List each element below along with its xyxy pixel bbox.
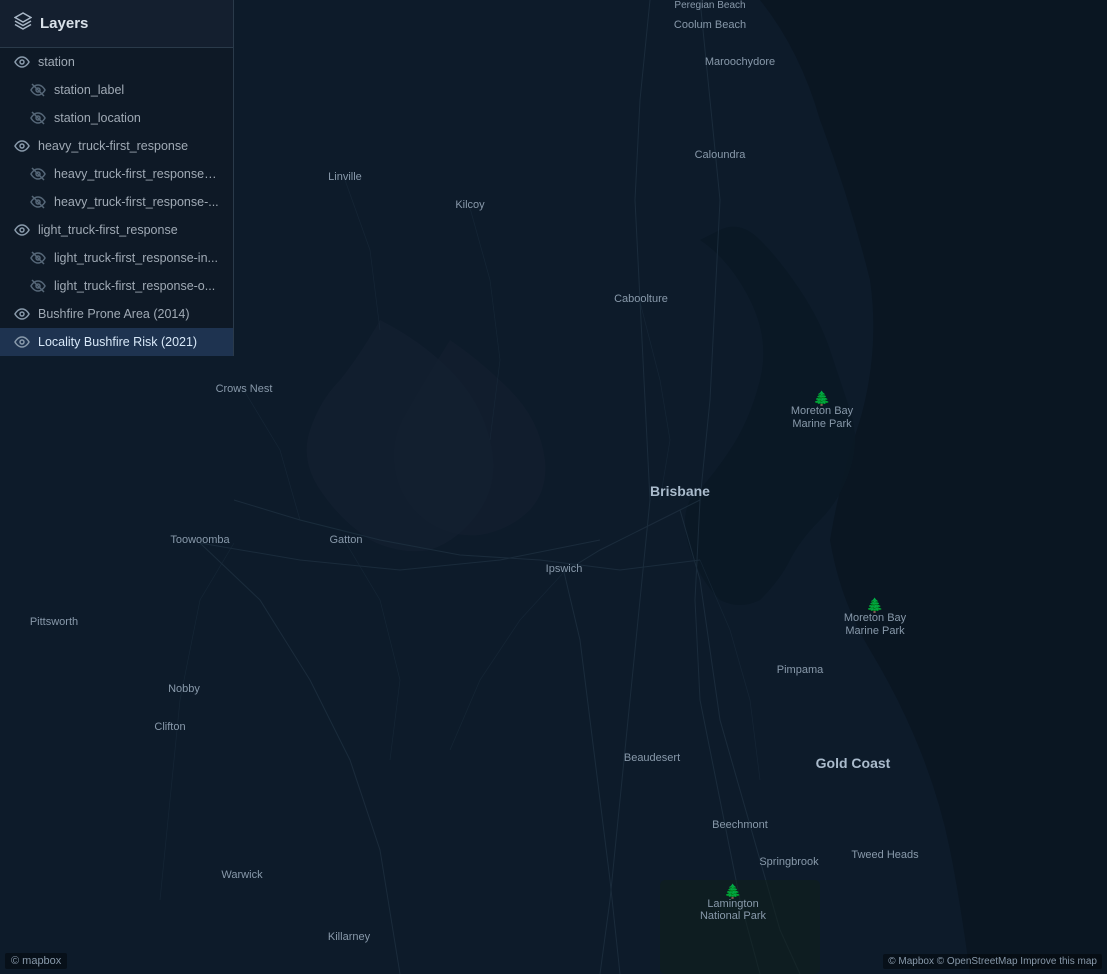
svg-text:Gold Coast: Gold Coast [816, 755, 891, 771]
eye-open-icon[interactable] [14, 138, 30, 154]
svg-text:Marine Park: Marine Park [792, 418, 852, 430]
svg-text:🌲: 🌲 [813, 390, 830, 407]
layer-label: light_truck-first_response-in... [54, 251, 218, 265]
eye-slash-icon[interactable] [30, 166, 46, 182]
svg-text:Warwick: Warwick [221, 869, 263, 881]
layer-label: heavy_truck-first_response [38, 139, 188, 153]
svg-text:Beechmont: Beechmont [712, 819, 768, 831]
eye-open-icon[interactable] [14, 222, 30, 238]
layer-label: light_truck-first_response [38, 223, 178, 237]
svg-text:Clifton: Clifton [154, 721, 185, 733]
svg-text:Maroochydore: Maroochydore [705, 56, 775, 68]
eye-slash-icon[interactable] [30, 278, 46, 294]
svg-text:Peregian Beach: Peregian Beach [674, 0, 745, 11]
layers-icon [14, 12, 32, 35]
attribution-improve[interactable]: Improve this map [1020, 956, 1097, 967]
eye-slash-icon[interactable] [30, 110, 46, 126]
svg-text:Marine Park: Marine Park [845, 625, 905, 637]
sidebar: Layers station station_label station_loc… [0, 0, 234, 356]
svg-text:Tweed Heads: Tweed Heads [851, 849, 919, 861]
layer-label: station [38, 55, 75, 69]
svg-text:Killarney: Killarney [328, 931, 371, 943]
svg-text:National Park: National Park [700, 910, 767, 922]
layer-item-station[interactable]: station [0, 48, 233, 76]
svg-text:Moreton Bay: Moreton Bay [791, 405, 854, 417]
svg-text:Nobby: Nobby [168, 683, 200, 695]
layer-item-heavy_truck_first_response_i[interactable]: heavy_truck-first_response-i... [0, 160, 233, 188]
svg-text:Caloundra: Caloundra [695, 149, 747, 161]
layer-item-bushfire_prone_area[interactable]: Bushfire Prone Area (2014) [0, 300, 233, 328]
layer-item-locality_bushfire_risk[interactable]: Locality Bushfire Risk (2021) [0, 328, 233, 356]
svg-text:🌲: 🌲 [866, 597, 883, 614]
svg-text:Pimpama: Pimpama [777, 664, 824, 676]
svg-text:🌲: 🌲 [724, 883, 741, 900]
svg-text:Beaudesert: Beaudesert [624, 752, 680, 764]
layer-item-station_location[interactable]: station_location [0, 104, 233, 132]
svg-text:Coolum Beach: Coolum Beach [674, 19, 746, 31]
svg-text:Linville: Linville [328, 171, 362, 183]
layer-label: station_location [54, 111, 141, 125]
layer-item-heavy_truck_first_response[interactable]: heavy_truck-first_response [0, 132, 233, 160]
eye-slash-icon[interactable] [30, 250, 46, 266]
layers-list: station station_label station_location h… [0, 48, 233, 356]
layer-item-light_truck_first_response_in[interactable]: light_truck-first_response-in... [0, 244, 233, 272]
sidebar-title: Layers [40, 15, 88, 32]
map-attribution[interactable]: © Mapbox © OpenStreetMap Improve this ma… [883, 954, 1102, 969]
eye-slash-icon[interactable] [30, 194, 46, 210]
eye-slash-icon[interactable] [30, 82, 46, 98]
layer-item-station_label[interactable]: station_label [0, 76, 233, 104]
mapbox-logo: © mapbox [5, 953, 67, 969]
layer-item-heavy_truck_first_response_o[interactable]: heavy_truck-first_response-... [0, 188, 233, 216]
svg-text:Springbrook: Springbrook [759, 856, 819, 868]
eye-open-icon[interactable] [14, 334, 30, 350]
svg-text:Brisbane: Brisbane [650, 483, 710, 499]
layer-label: light_truck-first_response-o... [54, 279, 215, 293]
layer-label: heavy_truck-first_response-i... [54, 167, 219, 181]
eye-open-icon[interactable] [14, 54, 30, 70]
sidebar-header: Layers [0, 0, 233, 48]
layer-label: station_label [54, 83, 124, 97]
layer-label: Bushfire Prone Area (2014) [38, 307, 189, 321]
layer-label: heavy_truck-first_response-... [54, 195, 219, 209]
svg-text:Caboolture: Caboolture [614, 293, 668, 305]
svg-text:Kilcoy: Kilcoy [455, 199, 485, 211]
layer-label: Locality Bushfire Risk (2021) [38, 335, 197, 349]
svg-text:Pittsworth: Pittsworth [30, 616, 78, 628]
attribution-osm[interactable]: © OpenStreetMap [937, 956, 1018, 967]
svg-text:Moreton Bay: Moreton Bay [844, 612, 907, 624]
layer-item-light_truck_first_response_o[interactable]: light_truck-first_response-o... [0, 272, 233, 300]
svg-text:Gatton: Gatton [329, 534, 362, 546]
attribution-mapbox[interactable]: © Mapbox [888, 956, 934, 967]
svg-text:Crows Nest: Crows Nest [216, 383, 273, 395]
svg-text:Lamington: Lamington [707, 898, 758, 910]
eye-open-icon[interactable] [14, 306, 30, 322]
layer-item-light_truck_first_response[interactable]: light_truck-first_response [0, 216, 233, 244]
svg-text:Ipswich: Ipswich [546, 563, 583, 575]
svg-text:Toowoomba: Toowoomba [170, 534, 230, 546]
